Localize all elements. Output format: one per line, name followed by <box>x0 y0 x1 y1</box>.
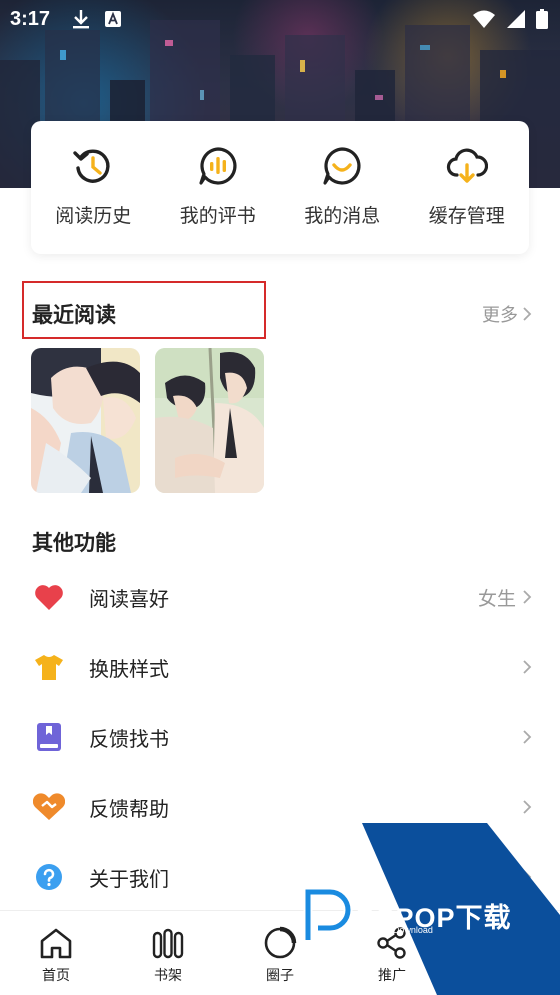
other-functions-title: 其他功能 <box>32 530 116 555</box>
more-link[interactable]: 更多 <box>482 301 532 327</box>
nav-label: 圈子 <box>266 968 294 984</box>
comic-cover-image <box>31 348 140 493</box>
function-label: 反馈找书 <box>89 726 169 751</box>
quick-action-label: 缓存管理 <box>428 205 505 227</box>
function-label: 阅读喜好 <box>89 586 169 611</box>
comic-cover-2[interactable] <box>155 348 264 493</box>
heart-icon <box>33 581 65 613</box>
handshake-icon <box>33 791 65 823</box>
function-reading-preference[interactable]: 阅读喜好 女生 <box>0 562 560 632</box>
watermark-subtext: PCPOP Download <box>359 925 433 935</box>
function-right <box>522 659 532 675</box>
chevron-right-icon <box>523 800 532 814</box>
wifi-icon <box>473 10 495 28</box>
message-icon <box>323 147 361 185</box>
quick-action-reading-history[interactable]: 阅读历史 <box>31 121 156 254</box>
chevron-right-icon <box>523 660 532 674</box>
nav-home[interactable]: 首页 <box>0 911 112 995</box>
watermark-logo-icon <box>303 887 353 940</box>
function-label: 换肤样式 <box>89 656 169 681</box>
home-icon <box>40 928 72 959</box>
bookshelf-icon <box>152 928 184 959</box>
recent-reading-title: 最近阅读 <box>32 302 116 327</box>
cloud-download-icon <box>446 148 488 183</box>
status-bar: 3:17 <box>0 0 560 38</box>
book-icon <box>33 721 65 753</box>
function-feedback-find-book[interactable]: 反馈找书 <box>0 702 560 772</box>
quick-action-my-reviews[interactable]: 我的评书 <box>156 121 281 254</box>
quick-action-cache-management[interactable]: 缓存管理 <box>405 121 530 254</box>
circle-icon <box>264 926 297 959</box>
more-label: 更多 <box>482 305 518 326</box>
battery-icon <box>536 9 548 29</box>
function-right <box>522 729 532 745</box>
quick-actions-card: 阅读历史 我的评书 我的消息 缓存管理 <box>31 121 529 254</box>
tshirt-icon <box>33 651 65 683</box>
history-icon <box>73 149 110 183</box>
nav-label: 首页 <box>42 968 70 984</box>
nav-label: 书架 <box>154 968 182 984</box>
function-label: 反馈帮助 <box>89 796 169 821</box>
quick-action-label: 我的评书 <box>179 205 256 227</box>
function-label: 关于我们 <box>89 866 169 891</box>
comic-cover-image <box>155 348 264 493</box>
review-icon <box>199 147 237 185</box>
nav-bookshelf[interactable]: 书架 <box>112 911 224 995</box>
status-time: 3:17 <box>10 7 51 30</box>
reading-preference-value: 女生 <box>477 587 516 610</box>
app-notification-icon <box>105 11 122 27</box>
chevron-right-icon <box>523 590 532 604</box>
quick-action-label: 我的消息 <box>304 205 381 227</box>
quick-action-my-messages[interactable]: 我的消息 <box>280 121 405 254</box>
signal-icon <box>507 10 525 28</box>
download-icon <box>73 10 90 29</box>
function-skin-style[interactable]: 换肤样式 <box>0 632 560 702</box>
chevron-right-icon <box>523 730 532 744</box>
quick-action-label: 阅读历史 <box>55 205 132 227</box>
function-right: 女生 <box>478 584 532 611</box>
function-right <box>522 799 532 815</box>
comic-cover-1[interactable] <box>31 348 140 493</box>
recent-covers <box>31 348 264 493</box>
question-icon <box>33 861 65 893</box>
chevron-right-icon <box>523 307 532 321</box>
